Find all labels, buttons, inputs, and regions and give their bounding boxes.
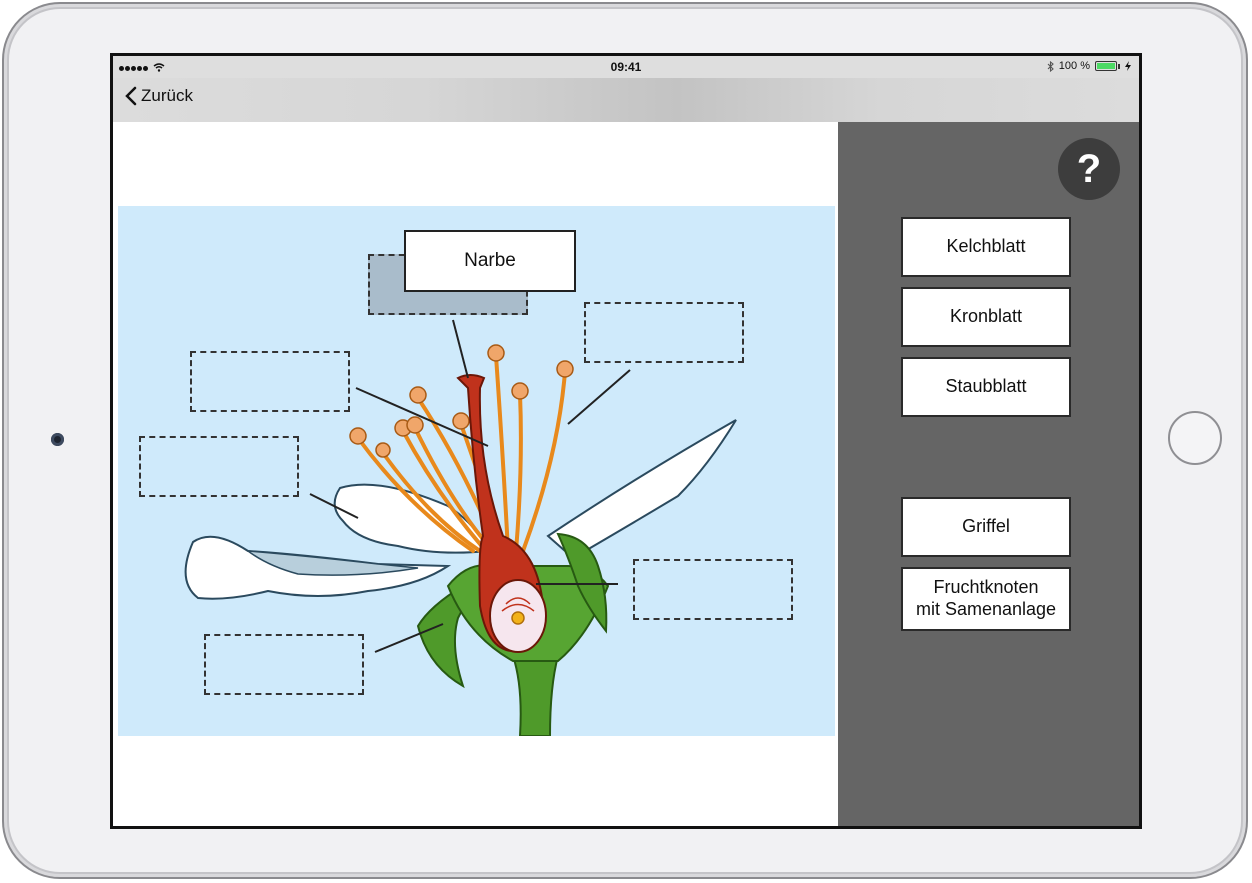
drop-zone-ovary[interactable] [633, 559, 793, 620]
tile-kronblatt[interactable]: Kronblatt [901, 287, 1071, 347]
navigation-bar: Zurück [113, 78, 1139, 122]
tile-label: Kelchblatt [946, 236, 1026, 257]
home-button[interactable] [1168, 411, 1222, 465]
battery-tip [1118, 63, 1120, 69]
back-button[interactable]: Zurück [125, 86, 193, 106]
flower-diagram: Narbe [118, 206, 835, 736]
battery-icon [1095, 61, 1117, 71]
tile-griffel[interactable]: Griffel [901, 497, 1071, 557]
placed-label-narbe[interactable]: Narbe [404, 230, 576, 292]
drop-zone-stamen[interactable] [584, 302, 744, 363]
tile-kelchblatt[interactable]: Kelchblatt [901, 217, 1071, 277]
status-time: 09:41 [610, 60, 642, 74]
ovule [511, 611, 525, 625]
tile-fruchtknoten[interactable]: Fruchtknoten mit Samenanlage [901, 567, 1071, 631]
stem [511, 655, 560, 736]
back-label: Zurück [141, 86, 193, 105]
charging-icon [1125, 61, 1131, 71]
chevron-left-icon [125, 86, 137, 106]
tile-label: Staubblatt [945, 376, 1027, 397]
help-button[interactable]: ? [1058, 138, 1120, 200]
drop-zone-style[interactable] [190, 351, 350, 412]
battery-percent: 100 % [1058, 60, 1090, 72]
petal-right [546, 419, 737, 560]
tile-label: Fruchtknoten mit Samenanlage [915, 577, 1057, 619]
screen: 09:41 100 % Zurück Narbe ? Kelchblatt Kr… [110, 53, 1142, 829]
camera-icon [51, 433, 64, 446]
status-right: 100 % [1047, 60, 1131, 72]
bluetooth-icon [1047, 60, 1054, 72]
drop-zone-sepal[interactable] [204, 634, 364, 695]
tile-label: Griffel [962, 516, 1010, 537]
label-panel: ? Kelchblatt Kronblatt Staubblatt Griffe… [838, 122, 1139, 826]
drop-zone-petal[interactable] [139, 436, 299, 497]
status-bar: 09:41 100 % [113, 56, 1139, 78]
main-content: Narbe [113, 122, 838, 826]
tile-staubblatt[interactable]: Staubblatt [901, 357, 1071, 417]
tile-label: Kronblatt [949, 306, 1023, 327]
